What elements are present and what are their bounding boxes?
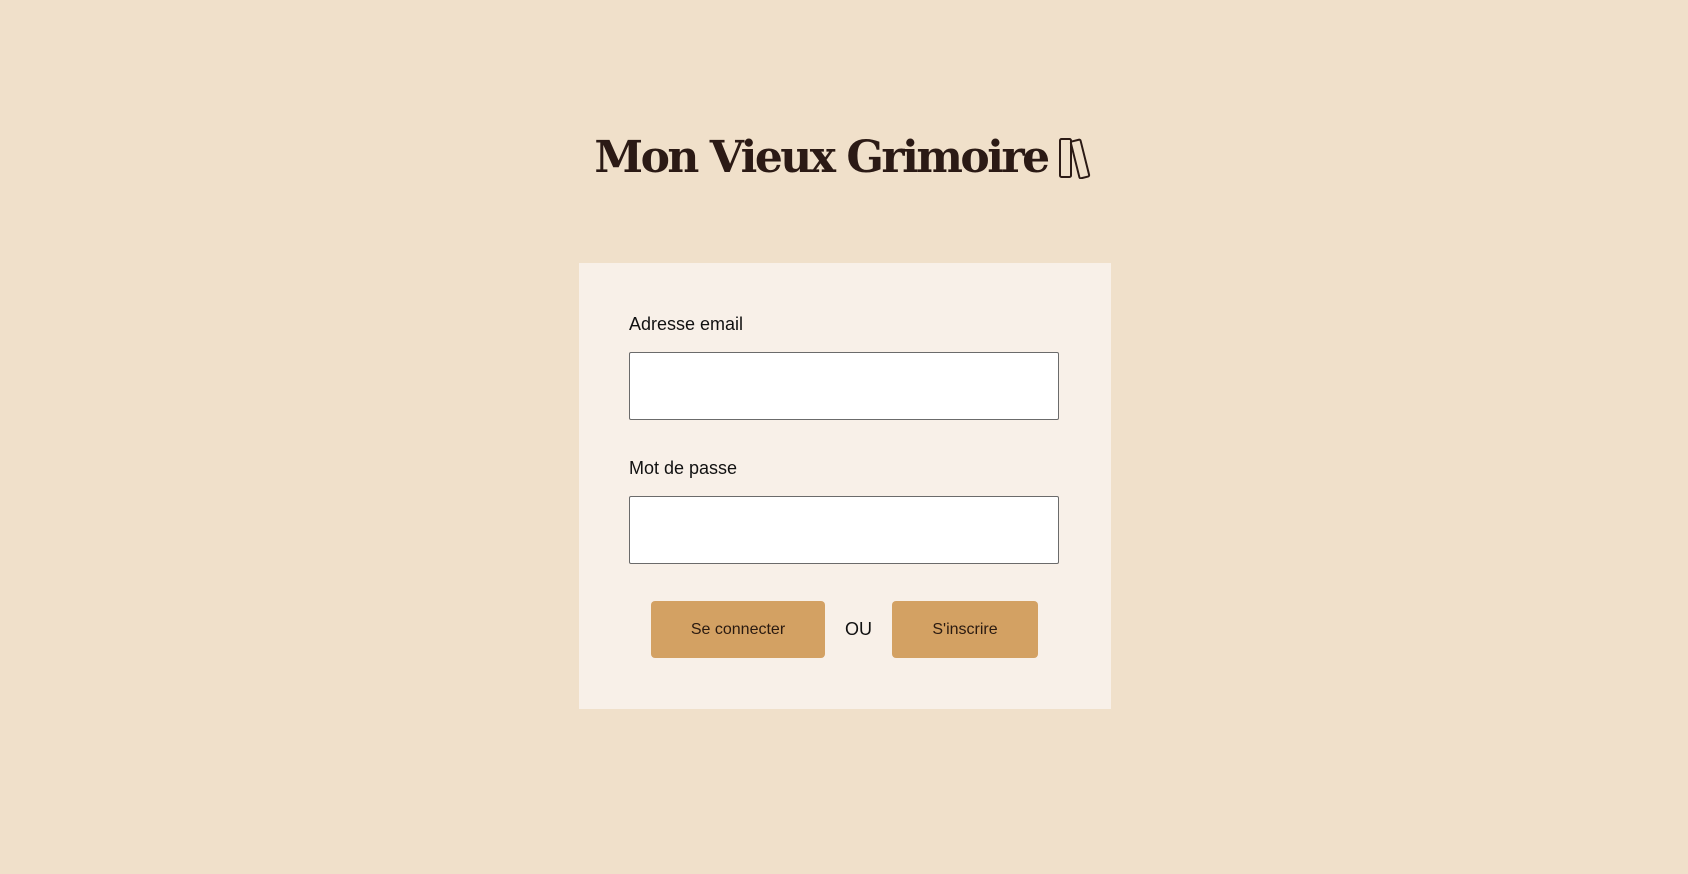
password-field[interactable] xyxy=(629,496,1059,564)
site-title: Mon Vieux Grimoire xyxy=(594,132,1050,183)
books-icon xyxy=(1058,137,1094,180)
login-button[interactable]: Se connecter xyxy=(651,601,825,658)
password-label: Mot de passe xyxy=(629,458,738,478)
or-separator: OU xyxy=(845,619,872,639)
email-label: Adresse email xyxy=(629,314,744,334)
email-field[interactable] xyxy=(629,352,1059,420)
site-header: Mon Vieux Grimoire xyxy=(0,128,1688,188)
signup-button[interactable]: S'inscrire xyxy=(892,601,1038,658)
login-card: Adresse email Mot de passe Se connecter … xyxy=(579,263,1111,709)
